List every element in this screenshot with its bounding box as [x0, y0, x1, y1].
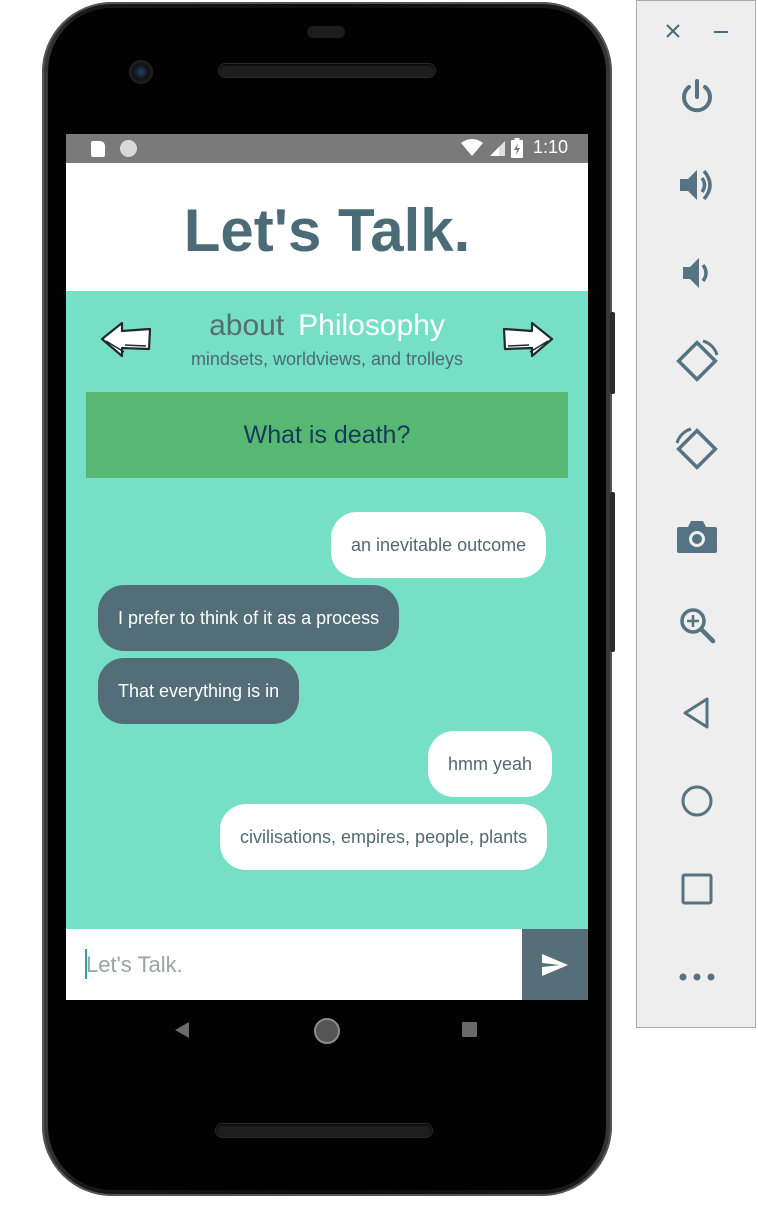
message-text: hmm yeah [448, 753, 533, 774]
app-title: Let's Talk. [183, 196, 471, 264]
minimize-button[interactable] [707, 17, 735, 45]
topic-prefix: about [209, 309, 285, 342]
phone-top-speaker [219, 64, 435, 77]
send-button[interactable] [522, 929, 588, 1000]
volume-down-icon [683, 258, 708, 288]
message-text: I prefer to think of it as a process [118, 607, 380, 628]
home-button[interactable] [637, 771, 757, 831]
home-icon [681, 785, 713, 817]
battery-icon [510, 137, 523, 158]
signal-icon [489, 140, 505, 156]
text-cursor [85, 949, 87, 979]
volume-up-button[interactable] [637, 155, 757, 215]
phone-home-button[interactable] [314, 1018, 340, 1044]
phone-power-key [610, 312, 615, 394]
volume-down-button[interactable] [637, 243, 757, 303]
emulator-toolbar [636, 0, 756, 1028]
send-icon [542, 953, 568, 976]
message-text: an inevitable outcome [351, 534, 527, 555]
notification-dot-icon [120, 140, 137, 157]
question-card: What is death? [86, 392, 568, 478]
close-icon [666, 24, 680, 38]
rotate-right-button[interactable] [637, 419, 757, 479]
message-text: That everything is in [118, 680, 280, 701]
zoom-button[interactable] [637, 595, 757, 655]
question-text: What is death? [243, 420, 411, 449]
phone-earpiece [307, 26, 345, 38]
sd-card-icon [91, 141, 105, 157]
next-topic-arrow-icon [502, 321, 554, 358]
power-icon [682, 79, 712, 113]
status-bar: 1:10 [66, 134, 588, 163]
more-icon [679, 973, 715, 981]
front-camera [129, 60, 153, 84]
minimize-icon [714, 31, 728, 33]
message-bubble-received: I prefer to think of it as a process [98, 585, 400, 651]
rotate-right-icon [675, 427, 718, 470]
next-topic-button[interactable] [500, 319, 554, 359]
wifi-icon [460, 138, 483, 156]
rotate-left-icon [676, 339, 719, 382]
message-bubble-sent: hmm yeah [428, 731, 553, 797]
phone-overview-button[interactable] [462, 1022, 477, 1037]
message-bubble-sent: civilisations, empires, people, plants [220, 804, 548, 870]
back-button[interactable] [637, 683, 757, 743]
message-bubble-sent: an inevitable outcome [331, 512, 547, 578]
phone-bottom-speaker [216, 1124, 432, 1137]
volume-up-icon [680, 169, 712, 201]
camera-icon [677, 521, 717, 553]
status-indicators: 1:10 [460, 137, 568, 158]
zoom-icon [680, 608, 716, 644]
app-header: Let's Talk. [66, 163, 588, 291]
clock: 1:10 [532, 137, 568, 157]
phone-back-icon[interactable] [173, 1021, 191, 1039]
composer-bar [66, 929, 588, 1000]
rotate-left-button[interactable] [637, 331, 757, 391]
topic-name: Philosophy [298, 309, 445, 342]
screenshot-button[interactable] [637, 507, 757, 567]
more-button[interactable] [637, 947, 757, 1007]
phone-screen: 1:10 Let's Talk. about Philosophy mindset… [66, 134, 588, 1000]
phone-volume-key [610, 492, 615, 652]
close-button[interactable] [659, 17, 687, 45]
power-button[interactable] [637, 67, 757, 127]
back-icon [683, 697, 709, 729]
message-text: civilisations, empires, people, plants [240, 826, 528, 847]
chat-area[interactable]: about Philosophy mindsets, worldviews, an… [66, 291, 588, 929]
message-bubble-received: That everything is in [98, 658, 300, 724]
overview-button[interactable] [637, 859, 757, 919]
message-input[interactable] [84, 929, 520, 1000]
overview-icon [681, 873, 713, 905]
